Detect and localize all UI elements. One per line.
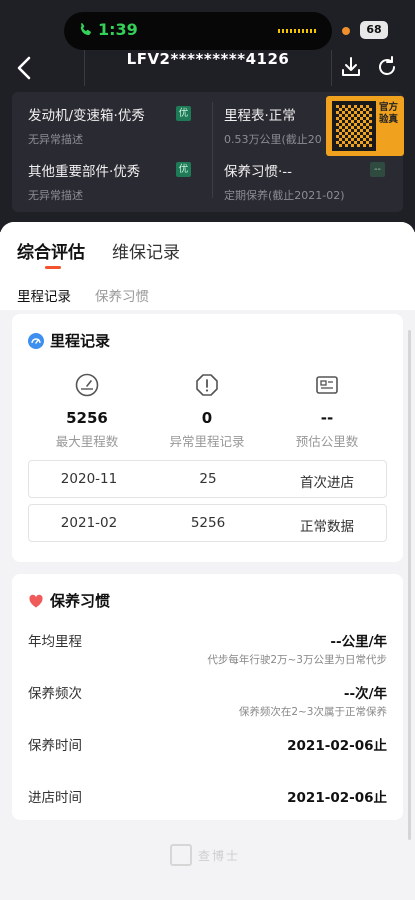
summary-maintenance-habit: 保养习惯·-- 定期保养(截止2021-02) (224, 164, 345, 202)
speedometer-icon (28, 332, 44, 349)
maintenance-habits-card: 保养习惯 年均里程 --公里/年 代步每年行驶2万~3万公里为日常代步 保养频次… (12, 574, 403, 820)
heart-icon (29, 594, 43, 607)
metric-estimated-km: -- 预估公里数 (262, 372, 392, 450)
metric-max-mileage: 5256 最大里程数 (22, 372, 152, 450)
mileage-records-card: 里程记录 5256 最大里程数 0 异常里程记录 -- 预估公里数 2020-1… (12, 314, 403, 562)
subtab-mileage-records[interactable]: 里程记录 (17, 285, 71, 305)
subtab-maintenance-habits[interactable]: 保养习惯 (95, 285, 149, 305)
battery-indicator: 68 (360, 21, 388, 39)
tab-bar: 综合评估 维保记录 里程记录 保养习惯 (0, 222, 415, 310)
nav-bar: LFV2*********4126 (0, 50, 415, 86)
brand-watermark: 查博士 (170, 844, 250, 868)
mileage-record-row: 2020-11 25 首次进店 (28, 460, 387, 498)
refresh-icon[interactable] (375, 55, 399, 79)
active-tab-indicator (45, 266, 61, 269)
tab-maintenance-records[interactable]: 维保记录 (112, 238, 180, 263)
metric-abnormal-records: 0 异常里程记录 (142, 372, 272, 450)
download-icon[interactable] (340, 55, 362, 79)
habit-frequency: 保养频次 --次/年 保养频次在2~3次属于正常保养 (28, 686, 387, 718)
unknown-badge: -- (370, 162, 385, 177)
qr-label: 官方验真 (379, 102, 399, 125)
card-title: 里程记录 (28, 330, 110, 351)
card-title: 保养习惯 (28, 590, 110, 611)
header-area: 1:39 68 LFV2*********4126 发动机/变速箱·优秀 无异常… (0, 0, 415, 232)
divider (212, 102, 213, 198)
habit-annual-mileage: 年均里程 --公里/年 代步每年行驶2万~3万公里为日常代步 (28, 634, 387, 666)
status-bar: 1:39 68 (0, 0, 415, 56)
qr-code-icon (332, 101, 376, 151)
report-sheet: 综合评估 维保记录 里程记录 保养习惯 里程记录 5256 最大里程数 0 异常… (0, 222, 415, 900)
scrollbar[interactable] (408, 330, 411, 840)
privacy-indicator-icon (342, 27, 350, 35)
dynamic-island[interactable]: 1:39 (64, 12, 332, 50)
vin-title: LFV2*********4126 (84, 50, 332, 86)
official-verify-qr[interactable]: 官方验真 (326, 96, 404, 156)
id-card-icon (316, 376, 338, 394)
gauge-icon (75, 373, 99, 397)
audio-waveform-icon (278, 29, 318, 33)
warning-icon (196, 374, 218, 396)
mileage-record-row: 2021-02 5256 正常数据 (28, 504, 387, 542)
excellent-badge: 优 (176, 106, 191, 121)
summary-engine: 发动机/变速箱·优秀 无异常描述 (28, 108, 145, 146)
clock-time: 1:39 (98, 20, 138, 39)
brand-logo-icon (170, 844, 192, 866)
phone-call-icon (80, 23, 91, 36)
habit-store-visit-time: 进店时间 2021-02-06止 (28, 790, 387, 806)
summary-other-parts: 其他重要部件·优秀 无异常描述 (28, 164, 141, 202)
excellent-badge: 优 (176, 162, 191, 177)
habit-maintenance-time: 保养时间 2021-02-06止 (28, 738, 387, 754)
tab-overall-evaluation[interactable]: 综合评估 (17, 238, 85, 263)
summary-odometer: 里程表·正常 0.53万公里(截止20 (224, 108, 322, 146)
back-arrow-icon[interactable] (14, 55, 34, 81)
